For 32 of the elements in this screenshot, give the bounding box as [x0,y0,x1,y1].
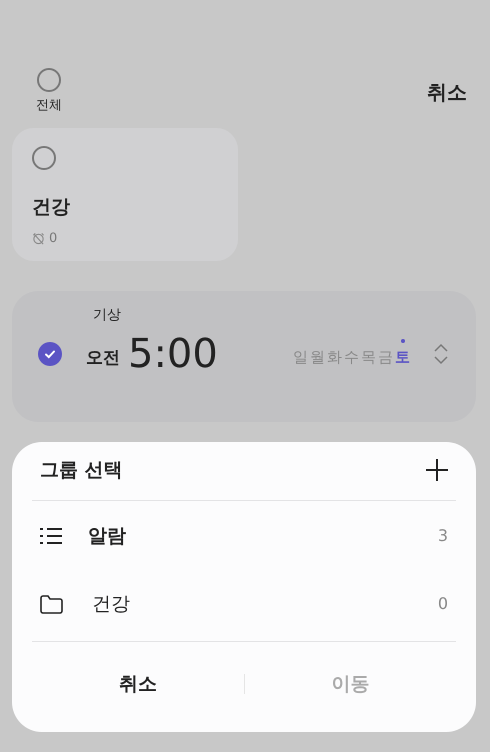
group-list-item[interactable]: 알람 3 [32,501,456,571]
weekday: 수 [344,346,359,368]
sheet-title: 그룹 선택 [40,458,123,482]
group-name: 알람 [88,524,126,549]
folder-icon [40,594,63,614]
weekday: 월 [310,346,325,368]
add-icon[interactable] [426,459,448,482]
am-pm-label: 오전 [86,347,120,370]
group-name: 건강 [32,194,71,220]
weekday: 화 [327,346,342,368]
checkbox[interactable] [38,342,62,366]
dialog-button[interactable]: 취소 [98,666,177,702]
checkbox[interactable] [32,146,56,170]
list-icon [40,527,62,545]
weekday: 금 [378,346,393,368]
group-card[interactable]: 건강 0 [12,128,238,260]
weekday: 일 [293,346,308,368]
checkbox[interactable] [37,68,61,92]
select-all-label: 전체 [36,97,62,115]
weekday: 토 [395,338,410,368]
weekday: 목 [361,346,376,368]
group-list-item[interactable]: 건강 0 [32,571,456,637]
alarm-card[interactable]: 기상 오전 5:00 일 월 화수 목 금 토 [12,290,476,422]
cancel-button[interactable]: 취소 [426,76,468,108]
alarm-count: 0 [49,230,58,248]
alarm-time: 5:00 [128,334,218,374]
group-name: 건강 [92,592,130,617]
expand-icon[interactable] [434,343,448,366]
alarm-label: 기상 [93,306,122,324]
item-count: 0 [438,593,448,615]
item-count: 3 [438,525,448,547]
alarm-off-icon [32,232,45,246]
